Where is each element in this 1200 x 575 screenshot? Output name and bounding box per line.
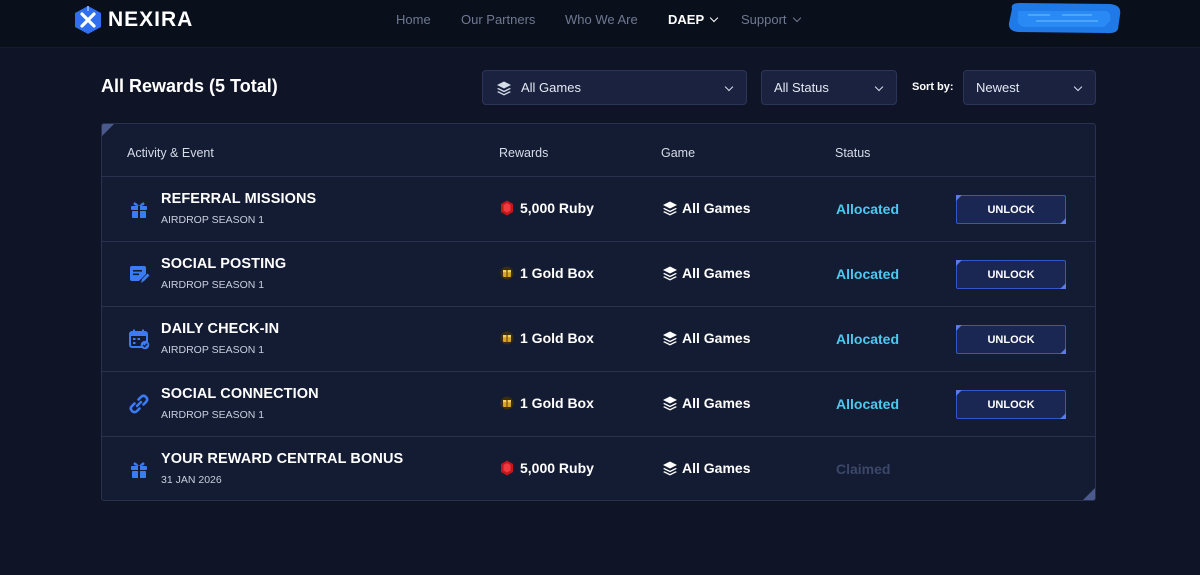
layers-icon xyxy=(663,201,677,216)
corner-accent xyxy=(1083,488,1095,500)
table-row: YOUR REWARD CENTRAL BONUS 31 JAN 2026 5,… xyxy=(102,437,1095,500)
reward-cell: 1 Gold Box xyxy=(500,330,594,346)
ruby-icon xyxy=(501,460,513,476)
games-filter-value: All Games xyxy=(521,80,581,95)
table-row: REFERRAL MISSIONS AIRDROP SEASON 1 5,000… xyxy=(102,177,1095,242)
gift-icon xyxy=(131,462,147,478)
chevron-down-icon xyxy=(724,82,734,92)
link-icon xyxy=(129,394,149,414)
game-cell: All Games xyxy=(662,330,750,346)
activity-title: SOCIAL CONNECTION xyxy=(161,386,319,402)
activity-title: YOUR REWARD CENTRAL BONUS xyxy=(161,451,404,467)
game-cell: All Games xyxy=(662,395,750,411)
activity-subtitle: 31 JAN 2026 xyxy=(161,474,222,486)
reward-label: 5,000 Ruby xyxy=(520,460,594,476)
unlock-button[interactable]: UNLOCK xyxy=(956,325,1066,354)
table-row: SOCIAL POSTING AIRDROP SEASON 1 1 Gold B… xyxy=(102,242,1095,307)
game-cell: All Games xyxy=(662,200,750,216)
reward-cell: 1 Gold Box xyxy=(500,395,594,411)
ruby-icon xyxy=(501,200,513,216)
nav-daep-label: DAEP xyxy=(668,12,705,27)
nav-home[interactable]: Home xyxy=(396,12,431,27)
activity-subtitle: AIRDROP SEASON 1 xyxy=(161,409,265,421)
nav-our-partners[interactable]: Our Partners xyxy=(461,12,535,27)
chevron-down-icon xyxy=(709,13,719,22)
nav-support[interactable]: Support xyxy=(741,12,801,27)
unlock-button[interactable]: UNLOCK xyxy=(956,260,1066,289)
status-filter-select[interactable]: All Status xyxy=(761,70,897,105)
game-label: All Games xyxy=(682,460,751,476)
game-label: All Games xyxy=(682,265,751,281)
chevron-down-icon xyxy=(792,13,801,22)
game-label: All Games xyxy=(682,330,751,346)
status-badge: Allocated xyxy=(836,266,900,282)
reward-label: 1 Gold Box xyxy=(520,330,594,346)
header-status: Status xyxy=(835,146,871,160)
top-navbar: NEXIRA Home Our Partners Who We Are DAEP… xyxy=(0,0,1200,48)
layers-icon xyxy=(663,266,677,281)
calendar-check-icon xyxy=(129,329,150,350)
gold-box-icon xyxy=(500,331,514,345)
reward-label: 5,000 Ruby xyxy=(520,200,594,216)
nav-daep[interactable]: DAEP xyxy=(668,12,719,27)
game-cell: All Games xyxy=(662,265,750,281)
reward-cell: 1 Gold Box xyxy=(500,265,594,281)
reward-label: 1 Gold Box xyxy=(520,395,594,411)
game-label: All Games xyxy=(682,200,751,216)
status-filter-value: All Status xyxy=(774,80,829,95)
nav-who-we-are[interactable]: Who We Are xyxy=(565,12,638,27)
chevron-down-icon xyxy=(874,82,884,92)
chevron-down-icon xyxy=(1073,82,1083,92)
game-cell: All Games xyxy=(662,460,750,476)
reward-label: 1 Gold Box xyxy=(520,265,594,281)
activity-subtitle: AIRDROP SEASON 1 xyxy=(161,214,265,226)
gift-icon xyxy=(131,202,147,218)
sort-select[interactable]: Newest xyxy=(963,70,1096,105)
reward-cell: 5,000 Ruby xyxy=(500,460,594,476)
status-badge: Allocated xyxy=(836,396,900,412)
unlock-button[interactable]: UNLOCK xyxy=(956,195,1066,224)
header-game: Game xyxy=(661,146,696,160)
games-filter-select[interactable]: All Games xyxy=(482,70,747,105)
layers-icon xyxy=(663,461,677,476)
layers-icon xyxy=(663,331,677,346)
page-title: All Rewards (5 Total) xyxy=(101,76,278,96)
activity-subtitle: AIRDROP SEASON 1 xyxy=(161,279,265,291)
activity-title: SOCIAL POSTING xyxy=(161,256,287,272)
table-header: Activity & Event Rewards Game Status xyxy=(102,124,1095,177)
gold-box-icon xyxy=(500,266,514,280)
nav-support-label: Support xyxy=(741,12,787,27)
header-activity: Activity & Event xyxy=(127,146,214,160)
gold-box-icon xyxy=(500,396,514,410)
rewards-table: Activity & Event Rewards Game Status REF… xyxy=(101,123,1096,501)
header-rewards: Rewards xyxy=(499,146,549,160)
nexira-logo-icon xyxy=(75,6,101,34)
layers-icon xyxy=(663,396,677,411)
activity-subtitle: AIRDROP SEASON 1 xyxy=(161,344,265,356)
unlock-button[interactable]: UNLOCK xyxy=(956,390,1066,419)
post-icon xyxy=(130,266,150,283)
status-badge: Claimed xyxy=(836,461,891,477)
sort-by-label: Sort by: xyxy=(912,81,954,93)
status-badge: Allocated xyxy=(836,201,900,217)
table-row: DAILY CHECK-IN AIRDROP SEASON 1 1 Gold B… xyxy=(102,307,1095,372)
activity-title: DAILY CHECK-IN xyxy=(161,321,280,337)
status-badge: Allocated xyxy=(836,331,900,347)
reward-cell: 5,000 Ruby xyxy=(500,200,594,216)
user-profile-redacted[interactable] xyxy=(1006,1,1124,35)
table-row: SOCIAL CONNECTION AIRDROP SEASON 1 1 Gol… xyxy=(102,372,1095,437)
activity-title: REFERRAL MISSIONS xyxy=(161,191,317,207)
brand-name: NEXIRA xyxy=(108,8,194,31)
layers-icon xyxy=(497,81,511,95)
brand-logo[interactable]: NEXIRA xyxy=(74,5,193,35)
game-label: All Games xyxy=(682,395,751,411)
sort-value: Newest xyxy=(976,80,1020,95)
